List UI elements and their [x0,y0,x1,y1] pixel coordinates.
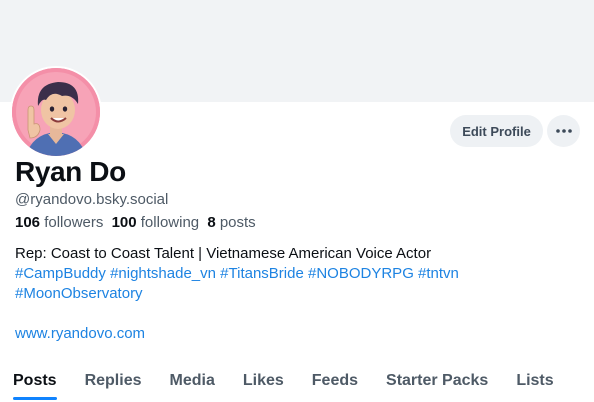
ellipsis-icon [555,129,572,133]
following-label: following [140,214,200,231]
bio-text: Rep: Coast to Coast Talent | Vietnamese … [15,245,432,262]
tab-feeds[interactable]: Feeds [312,364,358,400]
posts-count: 8 [207,214,216,231]
followers-count: 106 [15,214,41,231]
hashtag-link[interactable]: #NOBODYRPG [308,265,414,282]
following-stat[interactable]: 100 following [112,214,200,231]
tab-likes[interactable]: Likes [243,364,284,400]
bio-hashtags-line-1: #CampBuddy #nightshade_vn #TitansBride #… [15,264,585,284]
bio-hashtags-line-2: #MoonObservatory [15,284,585,304]
profile-avatar[interactable] [10,66,102,158]
posts-label: posts [219,214,256,231]
avatar-illustration [12,68,100,156]
hashtag-link[interactable]: #nightshade_vn [110,265,216,282]
profile-bio: Rep: Coast to Coast Talent | Vietnamese … [15,244,585,344]
tab-lists[interactable]: Lists [516,364,553,400]
hashtag-link[interactable]: #TitansBride [220,265,304,282]
tab-replies[interactable]: Replies [85,364,142,400]
followers-label: followers [44,214,104,231]
tab-starter-packs[interactable]: Starter Packs [386,364,488,400]
profile-stats: 106 followers 100 following 8 posts [15,214,260,231]
display-name: Ryan Do [15,156,126,187]
profile-tabs: Posts Replies Media Likes Feeds Starter … [0,364,594,402]
followers-stat[interactable]: 106 followers [15,214,103,231]
hashtag-link[interactable]: #CampBuddy [15,265,106,282]
following-count: 100 [111,214,137,231]
hashtag-link[interactable]: #MoonObservatory [15,285,143,302]
more-options-button[interactable] [547,115,580,147]
website-link[interactable]: www.ryandovo.com [15,325,145,342]
tab-posts[interactable]: Posts [13,364,57,400]
bio-spacer [15,304,585,324]
posts-stat: 8 posts [207,214,255,231]
bio-website-line: www.ryandovo.com [15,324,585,344]
profile-handle: @ryandovo.bsky.social [15,191,169,208]
hashtag-link[interactable]: #tntvn [418,265,459,282]
edit-profile-button[interactable]: Edit Profile [450,115,543,147]
tab-media[interactable]: Media [170,364,215,400]
